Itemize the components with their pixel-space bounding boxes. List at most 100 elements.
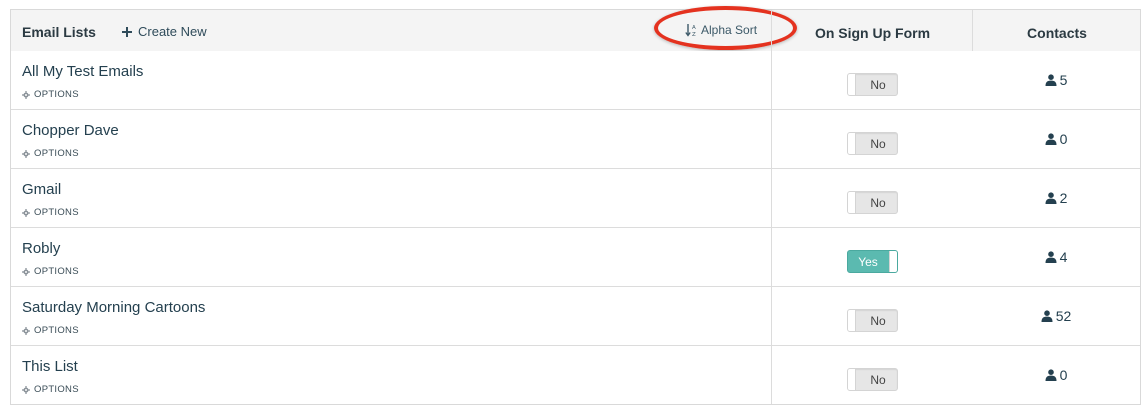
toggle-label: No bbox=[870, 314, 886, 328]
contacts-count[interactable]: 0 bbox=[972, 367, 1140, 383]
signup-toggle[interactable]: Yes bbox=[847, 250, 898, 273]
list-cell: Robly OPTIONS bbox=[11, 228, 771, 286]
toggle-label: No bbox=[870, 137, 886, 151]
options-button[interactable]: OPTIONS bbox=[22, 148, 79, 159]
gear-icon bbox=[22, 90, 30, 99]
svg-text:A: A bbox=[692, 25, 696, 31]
create-new-label: Create New bbox=[138, 24, 207, 39]
user-icon bbox=[1045, 133, 1057, 145]
options-button[interactable]: OPTIONS bbox=[22, 207, 79, 218]
create-new-button[interactable]: Create New bbox=[122, 24, 207, 39]
table-row: This List OPTIONS No 0 bbox=[11, 346, 1140, 404]
contacts-count[interactable]: 4 bbox=[972, 249, 1140, 265]
signup-toggle[interactable]: No bbox=[847, 73, 898, 96]
gear-icon bbox=[22, 326, 30, 335]
list-cell: Gmail OPTIONS bbox=[11, 169, 771, 227]
svg-text:Z: Z bbox=[692, 32, 696, 37]
user-icon bbox=[1041, 310, 1053, 322]
email-lists-title: Email Lists bbox=[22, 24, 96, 40]
contacts-cell: 2 bbox=[972, 169, 1140, 227]
list-name-link[interactable]: Chopper Dave bbox=[22, 122, 119, 139]
signup-toggle[interactable]: No bbox=[847, 132, 898, 155]
toggle-knob bbox=[889, 251, 897, 272]
toggle-label: No bbox=[870, 373, 886, 387]
signup-toggle[interactable]: No bbox=[847, 191, 898, 214]
alpha-sort-button[interactable]: A Z Alpha Sort bbox=[685, 23, 757, 37]
list-cell: All My Test Emails OPTIONS bbox=[11, 51, 771, 109]
signup-cell: No bbox=[771, 51, 973, 109]
email-lists-table: Email Lists Create New A Z Alpha Sort On… bbox=[10, 6, 1141, 405]
table-row: Chopper Dave OPTIONS No 0 bbox=[11, 110, 1140, 169]
contacts-cell: 4 bbox=[972, 228, 1140, 286]
options-button[interactable]: OPTIONS bbox=[22, 266, 79, 277]
contacts-count[interactable]: 52 bbox=[972, 308, 1140, 324]
options-label: OPTIONS bbox=[34, 207, 79, 218]
signup-cell: No bbox=[771, 287, 973, 345]
alpha-sort-label: Alpha Sort bbox=[701, 23, 758, 37]
list-cell: This List OPTIONS bbox=[11, 346, 771, 404]
header-email-lists-cell: Email Lists Create New A Z Alpha Sort bbox=[11, 6, 797, 51]
contacts-cell: 0 bbox=[972, 110, 1140, 168]
list-name-link[interactable]: Robly bbox=[22, 240, 60, 257]
contacts-count-value: 5 bbox=[1059, 72, 1068, 88]
plus-icon bbox=[122, 26, 132, 37]
contacts-count[interactable]: 0 bbox=[972, 131, 1140, 147]
signup-cell: Yes bbox=[771, 228, 973, 286]
options-label: OPTIONS bbox=[34, 384, 79, 395]
user-icon bbox=[1045, 74, 1057, 86]
list-cell: Saturday Morning Cartoons OPTIONS bbox=[11, 287, 771, 345]
header-signup-cell: On Sign Up Form bbox=[771, 10, 973, 51]
contacts-column-header: Contacts bbox=[1027, 25, 1087, 41]
list-cell: Chopper Dave OPTIONS bbox=[11, 110, 771, 168]
contacts-count[interactable]: 5 bbox=[972, 72, 1140, 88]
contacts-count-value: 4 bbox=[1059, 249, 1068, 265]
options-label: OPTIONS bbox=[34, 89, 79, 100]
list-name-link[interactable]: Saturday Morning Cartoons bbox=[22, 299, 205, 316]
toggle-knob bbox=[848, 74, 856, 95]
options-label: OPTIONS bbox=[34, 325, 79, 336]
contacts-cell: 5 bbox=[972, 51, 1140, 109]
table-row: Saturday Morning Cartoons OPTIONS No 52 bbox=[11, 287, 1140, 346]
signup-toggle[interactable]: No bbox=[847, 368, 898, 391]
contacts-cell: 52 bbox=[972, 287, 1140, 345]
signup-cell: No bbox=[771, 110, 973, 168]
toggle-knob bbox=[848, 310, 856, 331]
toggle-knob bbox=[848, 369, 856, 390]
options-button[interactable]: OPTIONS bbox=[22, 384, 79, 395]
gear-icon bbox=[22, 149, 30, 158]
user-icon bbox=[1045, 251, 1057, 263]
options-button[interactable]: OPTIONS bbox=[22, 89, 79, 100]
toggle-knob bbox=[848, 133, 856, 154]
table-header: Email Lists Create New A Z Alpha Sort On… bbox=[11, 6, 1141, 52]
options-button[interactable]: OPTIONS bbox=[22, 325, 79, 336]
signup-column-header: On Sign Up Form bbox=[814, 25, 931, 41]
list-name-link[interactable]: This List bbox=[22, 358, 78, 375]
table-row: Robly OPTIONS Yes 4 bbox=[11, 228, 1140, 287]
contacts-cell: 0 bbox=[972, 346, 1140, 404]
user-icon bbox=[1045, 369, 1057, 381]
gear-icon bbox=[22, 208, 30, 217]
table-row: Gmail OPTIONS No 2 bbox=[11, 169, 1140, 228]
list-name-link[interactable]: All My Test Emails bbox=[22, 63, 143, 80]
gear-icon bbox=[22, 385, 30, 394]
toggle-label: Yes bbox=[858, 255, 878, 269]
contacts-count[interactable]: 2 bbox=[972, 190, 1140, 206]
contacts-count-value: 2 bbox=[1059, 190, 1068, 206]
gear-icon bbox=[22, 267, 30, 276]
toggle-knob bbox=[848, 192, 856, 213]
list-name-link[interactable]: Gmail bbox=[22, 181, 61, 198]
options-label: OPTIONS bbox=[34, 266, 79, 277]
table-row: All My Test Emails OPTIONS No 5 bbox=[11, 51, 1140, 110]
options-label: OPTIONS bbox=[34, 148, 79, 159]
signup-toggle[interactable]: No bbox=[847, 309, 898, 332]
signup-cell: No bbox=[771, 169, 973, 227]
contacts-count-value: 52 bbox=[1055, 308, 1072, 324]
toggle-label: No bbox=[870, 196, 886, 210]
toggle-label: No bbox=[870, 78, 886, 92]
contacts-count-value: 0 bbox=[1059, 131, 1068, 147]
header-contacts-cell: Contacts bbox=[972, 10, 1141, 51]
contacts-count-value: 0 bbox=[1059, 367, 1068, 383]
signup-cell: No bbox=[771, 346, 973, 404]
sort-alpha-icon: A Z bbox=[685, 24, 696, 37]
user-icon bbox=[1045, 192, 1057, 204]
